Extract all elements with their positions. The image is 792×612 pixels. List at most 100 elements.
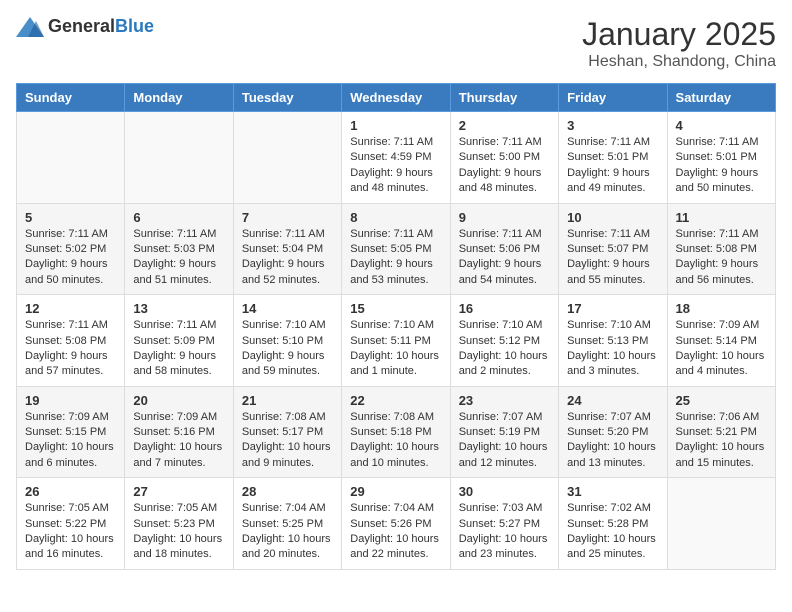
logo: GeneralBlue <box>16 16 154 37</box>
day-info: Sunrise: 7:03 AM Sunset: 5:27 PM Dayligh… <box>459 501 550 563</box>
weekday-header: Sunday <box>17 84 125 112</box>
day-info: Sunrise: 7:11 AM Sunset: 5:03 PM Dayligh… <box>133 227 224 289</box>
day-number: 4 <box>676 118 767 133</box>
day-info: Sunrise: 7:09 AM Sunset: 5:16 PM Dayligh… <box>133 410 224 472</box>
day-number: 21 <box>242 393 333 408</box>
day-info: Sunrise: 7:11 AM Sunset: 5:05 PM Dayligh… <box>350 227 441 289</box>
day-info: Sunrise: 7:11 AM Sunset: 5:09 PM Dayligh… <box>133 318 224 380</box>
day-number: 5 <box>25 210 116 225</box>
day-number: 10 <box>567 210 658 225</box>
day-number: 24 <box>567 393 658 408</box>
day-info: Sunrise: 7:10 AM Sunset: 5:12 PM Dayligh… <box>459 318 550 380</box>
day-number: 11 <box>676 210 767 225</box>
calendar-day-cell: 10Sunrise: 7:11 AM Sunset: 5:07 PM Dayli… <box>559 203 667 295</box>
calendar-day-cell: 18 Sunrise: 7:09 AM Sunset: 5:14 PM Dayli… <box>667 295 775 387</box>
calendar-day-cell: 24 Sunrise: 7:07 AM Sunset: 5:20 PM Dayli… <box>559 386 667 478</box>
weekday-header: Friday <box>559 84 667 112</box>
day-number: 12 <box>25 301 116 316</box>
calendar-day-cell: 21Sunrise: 7:08 AM Sunset: 5:17 PM Dayli… <box>233 386 341 478</box>
day-number: 25 <box>676 393 767 408</box>
day-info: Sunrise: 7:07 AM Sunset: 5:20 PM Dayligh… <box>567 410 658 472</box>
calendar-day-cell: 13Sunrise: 7:11 AM Sunset: 5:09 PM Dayli… <box>125 295 233 387</box>
calendar-day-cell: 19 Sunrise: 7:09 AM Sunset: 5:15 PM Dayli… <box>17 386 125 478</box>
calendar-day-cell: 11 Sunrise: 7:11 AM Sunset: 5:08 PM Dayli… <box>667 203 775 295</box>
calendar-day-cell: 31Sunrise: 7:02 AM Sunset: 5:28 PM Dayli… <box>559 478 667 570</box>
calendar-day-cell: 22Sunrise: 7:08 AM Sunset: 5:18 PM Dayli… <box>342 386 450 478</box>
title-block: January 2025 Heshan, Shandong, China <box>582 16 776 71</box>
day-number: 18 <box>676 301 767 316</box>
day-number: 19 <box>25 393 116 408</box>
calendar-day-cell: 9 Sunrise: 7:11 AM Sunset: 5:06 PM Daylig… <box>450 203 558 295</box>
weekday-header: Tuesday <box>233 84 341 112</box>
calendar-day-cell: 28Sunrise: 7:04 AM Sunset: 5:25 PM Dayli… <box>233 478 341 570</box>
day-info: Sunrise: 7:06 AM Sunset: 5:21 PM Dayligh… <box>676 410 767 472</box>
day-info: Sunrise: 7:08 AM Sunset: 5:18 PM Dayligh… <box>350 410 441 472</box>
calendar-day-cell: 26 Sunrise: 7:05 AM Sunset: 5:22 PM Dayli… <box>17 478 125 570</box>
logo-blue: Blue <box>115 16 154 36</box>
day-number: 17 <box>567 301 658 316</box>
day-number: 16 <box>459 301 550 316</box>
calendar-day-cell: 3Sunrise: 7:11 AM Sunset: 5:01 PM Daylig… <box>559 112 667 204</box>
calendar-day-cell: 30 Sunrise: 7:03 AM Sunset: 5:27 PM Dayli… <box>450 478 558 570</box>
day-info: Sunrise: 7:10 AM Sunset: 5:10 PM Dayligh… <box>242 318 333 380</box>
calendar-day-cell: 15 Sunrise: 7:10 AM Sunset: 5:11 PM Dayli… <box>342 295 450 387</box>
calendar-week-row: 26 Sunrise: 7:05 AM Sunset: 5:22 PM Dayli… <box>17 478 776 570</box>
day-info: Sunrise: 7:07 AM Sunset: 5:19 PM Dayligh… <box>459 410 550 472</box>
calendar-day-cell: 23Sunrise: 7:07 AM Sunset: 5:19 PM Dayli… <box>450 386 558 478</box>
day-number: 9 <box>459 210 550 225</box>
calendar-day-cell: 1 Sunrise: 7:11 AM Sunset: 4:59 PM Daylig… <box>342 112 450 204</box>
calendar-day-cell: 2 Sunrise: 7:11 AM Sunset: 5:00 PM Daylig… <box>450 112 558 204</box>
calendar-day-cell <box>667 478 775 570</box>
day-number: 1 <box>350 118 441 133</box>
calendar-day-cell <box>17 112 125 204</box>
day-number: 26 <box>25 484 116 499</box>
logo-text: GeneralBlue <box>48 16 154 37</box>
calendar-week-row: 12Sunrise: 7:11 AM Sunset: 5:08 PM Dayli… <box>17 295 776 387</box>
day-number: 30 <box>459 484 550 499</box>
day-info: Sunrise: 7:05 AM Sunset: 5:22 PM Dayligh… <box>25 501 116 563</box>
day-number: 20 <box>133 393 224 408</box>
day-info: Sunrise: 7:11 AM Sunset: 5:02 PM Dayligh… <box>25 227 116 289</box>
day-number: 27 <box>133 484 224 499</box>
weekday-header: Monday <box>125 84 233 112</box>
calendar-day-cell: 17 Sunrise: 7:10 AM Sunset: 5:13 PM Dayli… <box>559 295 667 387</box>
calendar-day-cell: 27 Sunrise: 7:05 AM Sunset: 5:23 PM Dayli… <box>125 478 233 570</box>
calendar-day-cell: 14Sunrise: 7:10 AM Sunset: 5:10 PM Dayli… <box>233 295 341 387</box>
weekday-header: Thursday <box>450 84 558 112</box>
day-info: Sunrise: 7:02 AM Sunset: 5:28 PM Dayligh… <box>567 501 658 563</box>
calendar-day-cell: 4Sunrise: 7:11 AM Sunset: 5:01 PM Daylig… <box>667 112 775 204</box>
day-number: 6 <box>133 210 224 225</box>
day-info: Sunrise: 7:04 AM Sunset: 5:26 PM Dayligh… <box>350 501 441 563</box>
day-info: Sunrise: 7:11 AM Sunset: 5:00 PM Dayligh… <box>459 135 550 197</box>
day-number: 28 <box>242 484 333 499</box>
day-number: 7 <box>242 210 333 225</box>
day-info: Sunrise: 7:11 AM Sunset: 4:59 PM Dayligh… <box>350 135 441 197</box>
calendar-day-cell: 8 Sunrise: 7:11 AM Sunset: 5:05 PM Daylig… <box>342 203 450 295</box>
calendar-day-cell: 20 Sunrise: 7:09 AM Sunset: 5:16 PM Dayli… <box>125 386 233 478</box>
day-info: Sunrise: 7:05 AM Sunset: 5:23 PM Dayligh… <box>133 501 224 563</box>
weekday-header: Saturday <box>667 84 775 112</box>
day-info: Sunrise: 7:09 AM Sunset: 5:14 PM Dayligh… <box>676 318 767 380</box>
calendar-day-cell: 5 Sunrise: 7:11 AM Sunset: 5:02 PM Daylig… <box>17 203 125 295</box>
calendar-day-cell: 25 Sunrise: 7:06 AM Sunset: 5:21 PM Dayli… <box>667 386 775 478</box>
day-number: 29 <box>350 484 441 499</box>
month-title: January 2025 <box>582 16 776 53</box>
calendar-table: SundayMondayTuesdayWednesdayThursdayFrid… <box>16 83 776 570</box>
calendar-header-row: SundayMondayTuesdayWednesdayThursdayFrid… <box>17 84 776 112</box>
logo-general: General <box>48 16 115 36</box>
calendar-week-row: 5 Sunrise: 7:11 AM Sunset: 5:02 PM Daylig… <box>17 203 776 295</box>
day-number: 15 <box>350 301 441 316</box>
calendar-day-cell: 6 Sunrise: 7:11 AM Sunset: 5:03 PM Daylig… <box>125 203 233 295</box>
day-number: 2 <box>459 118 550 133</box>
weekday-header: Wednesday <box>342 84 450 112</box>
day-number: 8 <box>350 210 441 225</box>
day-info: Sunrise: 7:11 AM Sunset: 5:01 PM Dayligh… <box>567 135 658 197</box>
calendar-day-cell <box>125 112 233 204</box>
day-info: Sunrise: 7:11 AM Sunset: 5:06 PM Dayligh… <box>459 227 550 289</box>
calendar-day-cell: 16 Sunrise: 7:10 AM Sunset: 5:12 PM Dayli… <box>450 295 558 387</box>
day-info: Sunrise: 7:10 AM Sunset: 5:13 PM Dayligh… <box>567 318 658 380</box>
day-info: Sunrise: 7:10 AM Sunset: 5:11 PM Dayligh… <box>350 318 441 380</box>
day-info: Sunrise: 7:09 AM Sunset: 5:15 PM Dayligh… <box>25 410 116 472</box>
day-info: Sunrise: 7:11 AM Sunset: 5:08 PM Dayligh… <box>676 227 767 289</box>
day-info: Sunrise: 7:11 AM Sunset: 5:04 PM Dayligh… <box>242 227 333 289</box>
